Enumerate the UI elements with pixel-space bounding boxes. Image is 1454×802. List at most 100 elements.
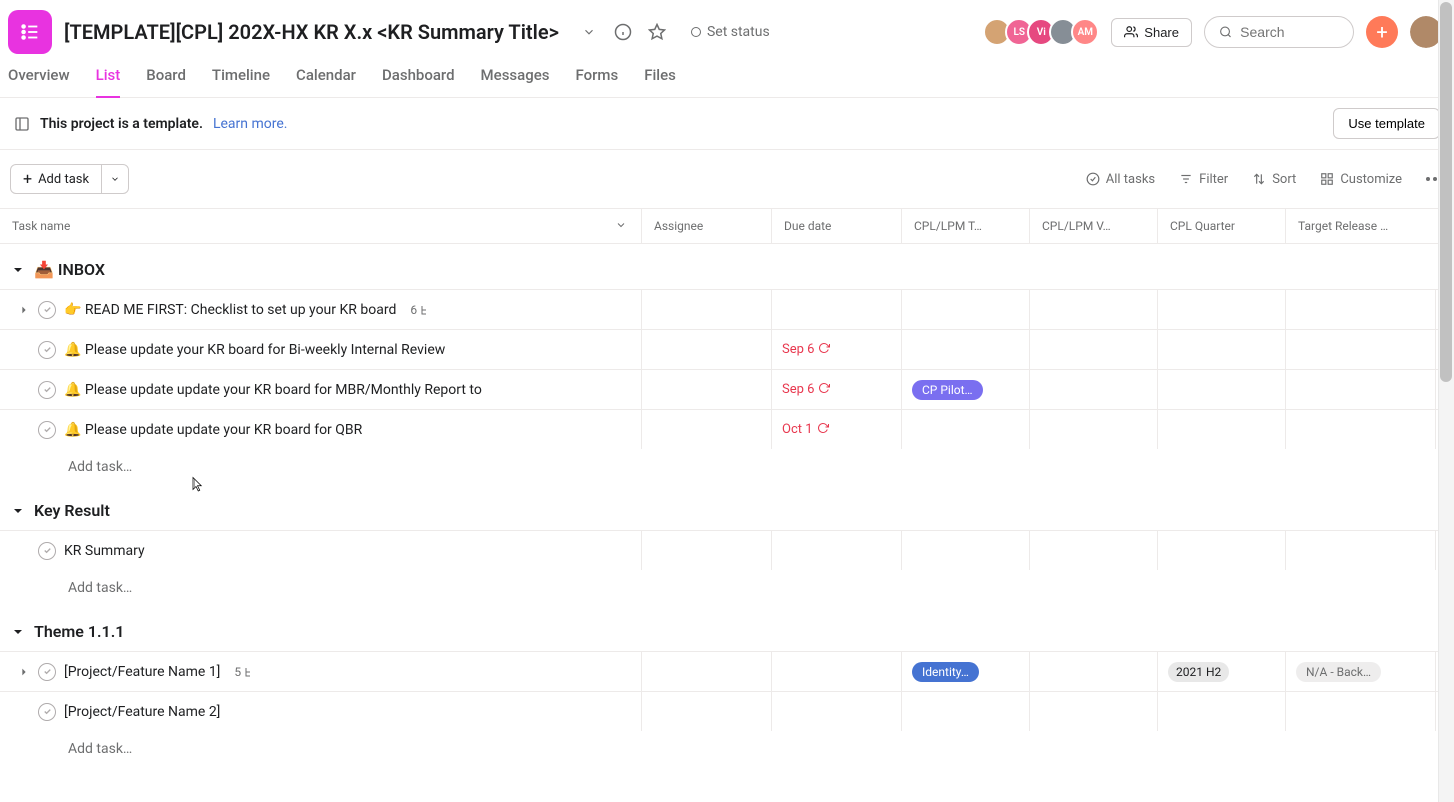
search-box[interactable]	[1204, 16, 1354, 48]
task-cell-assignee[interactable]	[642, 410, 772, 449]
add-task-button[interactable]: + Add task	[11, 165, 101, 193]
task-cell-assignee[interactable]	[642, 652, 772, 691]
use-template-button[interactable]: Use template	[1333, 108, 1440, 139]
section-header[interactable]: 📥 INBOX	[0, 244, 1454, 289]
global-add-button[interactable]: +	[1366, 16, 1398, 48]
complete-button[interactable]	[38, 341, 56, 359]
task-cell-due[interactable]	[772, 692, 902, 731]
task-cell-assignee[interactable]	[642, 370, 772, 409]
avatar[interactable]: AM	[1071, 18, 1099, 46]
add-task-dropdown[interactable]	[101, 165, 128, 193]
filter-button[interactable]: Filter	[1179, 172, 1228, 187]
task-cell-cplt[interactable]	[902, 290, 1030, 329]
column-header-cplt[interactable]: CPL/LPM T…	[902, 209, 1030, 243]
complete-button[interactable]	[38, 301, 56, 319]
task-cell-cplv[interactable]	[1030, 531, 1158, 570]
task-cell-assignee[interactable]	[642, 290, 772, 329]
task-cell-target[interactable]	[1286, 330, 1436, 369]
tab-overview[interactable]: Overview	[8, 60, 70, 98]
task-cell-cplt[interactable]	[902, 692, 1030, 731]
task-row[interactable]: KR Summary	[0, 530, 1454, 570]
sort-button[interactable]: Sort	[1252, 172, 1296, 187]
task-cell-due[interactable]: Oct 1	[772, 410, 902, 449]
learn-more-link[interactable]: Learn more.	[213, 116, 288, 132]
add-task-inline[interactable]: Add task…	[0, 731, 1454, 767]
star-icon[interactable]	[645, 20, 669, 44]
add-task-inline[interactable]: Add task…	[0, 449, 1454, 485]
add-task-inline[interactable]: Add task…	[0, 570, 1454, 606]
section-toggle-icon[interactable]	[10, 262, 26, 278]
section-toggle-icon[interactable]	[10, 624, 26, 640]
task-row[interactable]: 👉 READ ME FIRST: Checklist to set up you…	[0, 289, 1454, 329]
expand-arrow-icon[interactable]	[18, 304, 30, 316]
share-button[interactable]: Share	[1111, 18, 1192, 47]
tab-timeline[interactable]: Timeline	[212, 60, 270, 98]
set-status-button[interactable]: Set status	[681, 20, 780, 44]
task-cell-target[interactable]: N/A - Back…	[1286, 652, 1436, 691]
customize-button[interactable]: Customize	[1320, 172, 1402, 187]
task-cell-target[interactable]	[1286, 290, 1436, 329]
task-cell-quarter[interactable]	[1158, 330, 1286, 369]
task-cell-cplt[interactable]	[902, 531, 1030, 570]
section-header[interactable]: Key Result	[0, 485, 1454, 530]
column-header-taskname[interactable]: Task name	[0, 209, 642, 243]
task-cell-cplt[interactable]	[902, 410, 1030, 449]
tab-calendar[interactable]: Calendar	[296, 60, 356, 98]
task-cell-quarter[interactable]	[1158, 410, 1286, 449]
info-icon[interactable]	[611, 20, 635, 44]
task-cell-cplv[interactable]	[1030, 290, 1158, 329]
project-icon[interactable]	[8, 10, 52, 54]
complete-button[interactable]	[38, 381, 56, 399]
section-header[interactable]: Theme 1.1.1	[0, 606, 1454, 651]
task-cell-target[interactable]	[1286, 370, 1436, 409]
task-cell-cplt[interactable]: Identity…	[902, 652, 1030, 691]
task-row[interactable]: 🔔 Please update update your KR board for…	[0, 409, 1454, 449]
task-cell-cplt[interactable]	[902, 330, 1030, 369]
task-cell-assignee[interactable]	[642, 692, 772, 731]
scrollbar-thumb[interactable]	[1440, 2, 1452, 382]
tab-files[interactable]: Files	[644, 60, 676, 98]
task-cell-quarter[interactable]: 2021 H2	[1158, 652, 1286, 691]
chevron-down-icon[interactable]	[577, 20, 601, 44]
column-header-cplv[interactable]: CPL/LPM V…	[1030, 209, 1158, 243]
task-cell-due[interactable]	[772, 531, 902, 570]
complete-button[interactable]	[38, 663, 56, 681]
task-cell-due[interactable]	[772, 290, 902, 329]
task-cell-target[interactable]	[1286, 531, 1436, 570]
column-header-target[interactable]: Target Release …	[1286, 209, 1436, 243]
section-toggle-icon[interactable]	[10, 503, 26, 519]
project-title[interactable]: [TEMPLATE][CPL] 202X-HX KR X.x <KR Summa…	[64, 20, 559, 44]
task-cell-quarter[interactable]	[1158, 290, 1286, 329]
task-cell-cplv[interactable]	[1030, 330, 1158, 369]
task-row[interactable]: 🔔 Please update your KR board for Bi-wee…	[0, 329, 1454, 369]
task-cell-due[interactable]: Sep 6	[772, 370, 902, 409]
search-input[interactable]	[1240, 24, 1339, 40]
task-cell-cplt[interactable]: CP Pilot…	[902, 370, 1030, 409]
tab-dashboard[interactable]: Dashboard	[382, 60, 455, 98]
complete-button[interactable]	[38, 703, 56, 721]
avatar-stack[interactable]: LSViAM	[989, 18, 1099, 46]
tab-messages[interactable]: Messages	[481, 60, 550, 98]
complete-button[interactable]	[38, 421, 56, 439]
tab-forms[interactable]: Forms	[575, 60, 618, 98]
column-header-assignee[interactable]: Assignee	[642, 209, 772, 243]
task-cell-quarter[interactable]	[1158, 692, 1286, 731]
column-header-quarter[interactable]: CPL Quarter	[1158, 209, 1286, 243]
task-cell-cplv[interactable]	[1030, 652, 1158, 691]
task-cell-target[interactable]	[1286, 692, 1436, 731]
task-cell-quarter[interactable]	[1158, 370, 1286, 409]
task-cell-cplv[interactable]	[1030, 692, 1158, 731]
task-cell-target[interactable]	[1286, 410, 1436, 449]
task-cell-cplv[interactable]	[1030, 370, 1158, 409]
task-cell-assignee[interactable]	[642, 330, 772, 369]
task-cell-due[interactable]: Sep 6	[772, 330, 902, 369]
task-cell-due[interactable]	[772, 652, 902, 691]
task-cell-cplv[interactable]	[1030, 410, 1158, 449]
all-tasks-filter[interactable]: All tasks	[1086, 172, 1155, 187]
tab-board[interactable]: Board	[146, 60, 186, 98]
expand-arrow-icon[interactable]	[18, 666, 30, 678]
task-row[interactable]: [Project/Feature Name 1]5 Identity…2021 …	[0, 651, 1454, 691]
task-row[interactable]: 🔔 Please update update your KR board for…	[0, 369, 1454, 409]
scrollbar-track[interactable]	[1438, 0, 1454, 802]
task-cell-assignee[interactable]	[642, 531, 772, 570]
